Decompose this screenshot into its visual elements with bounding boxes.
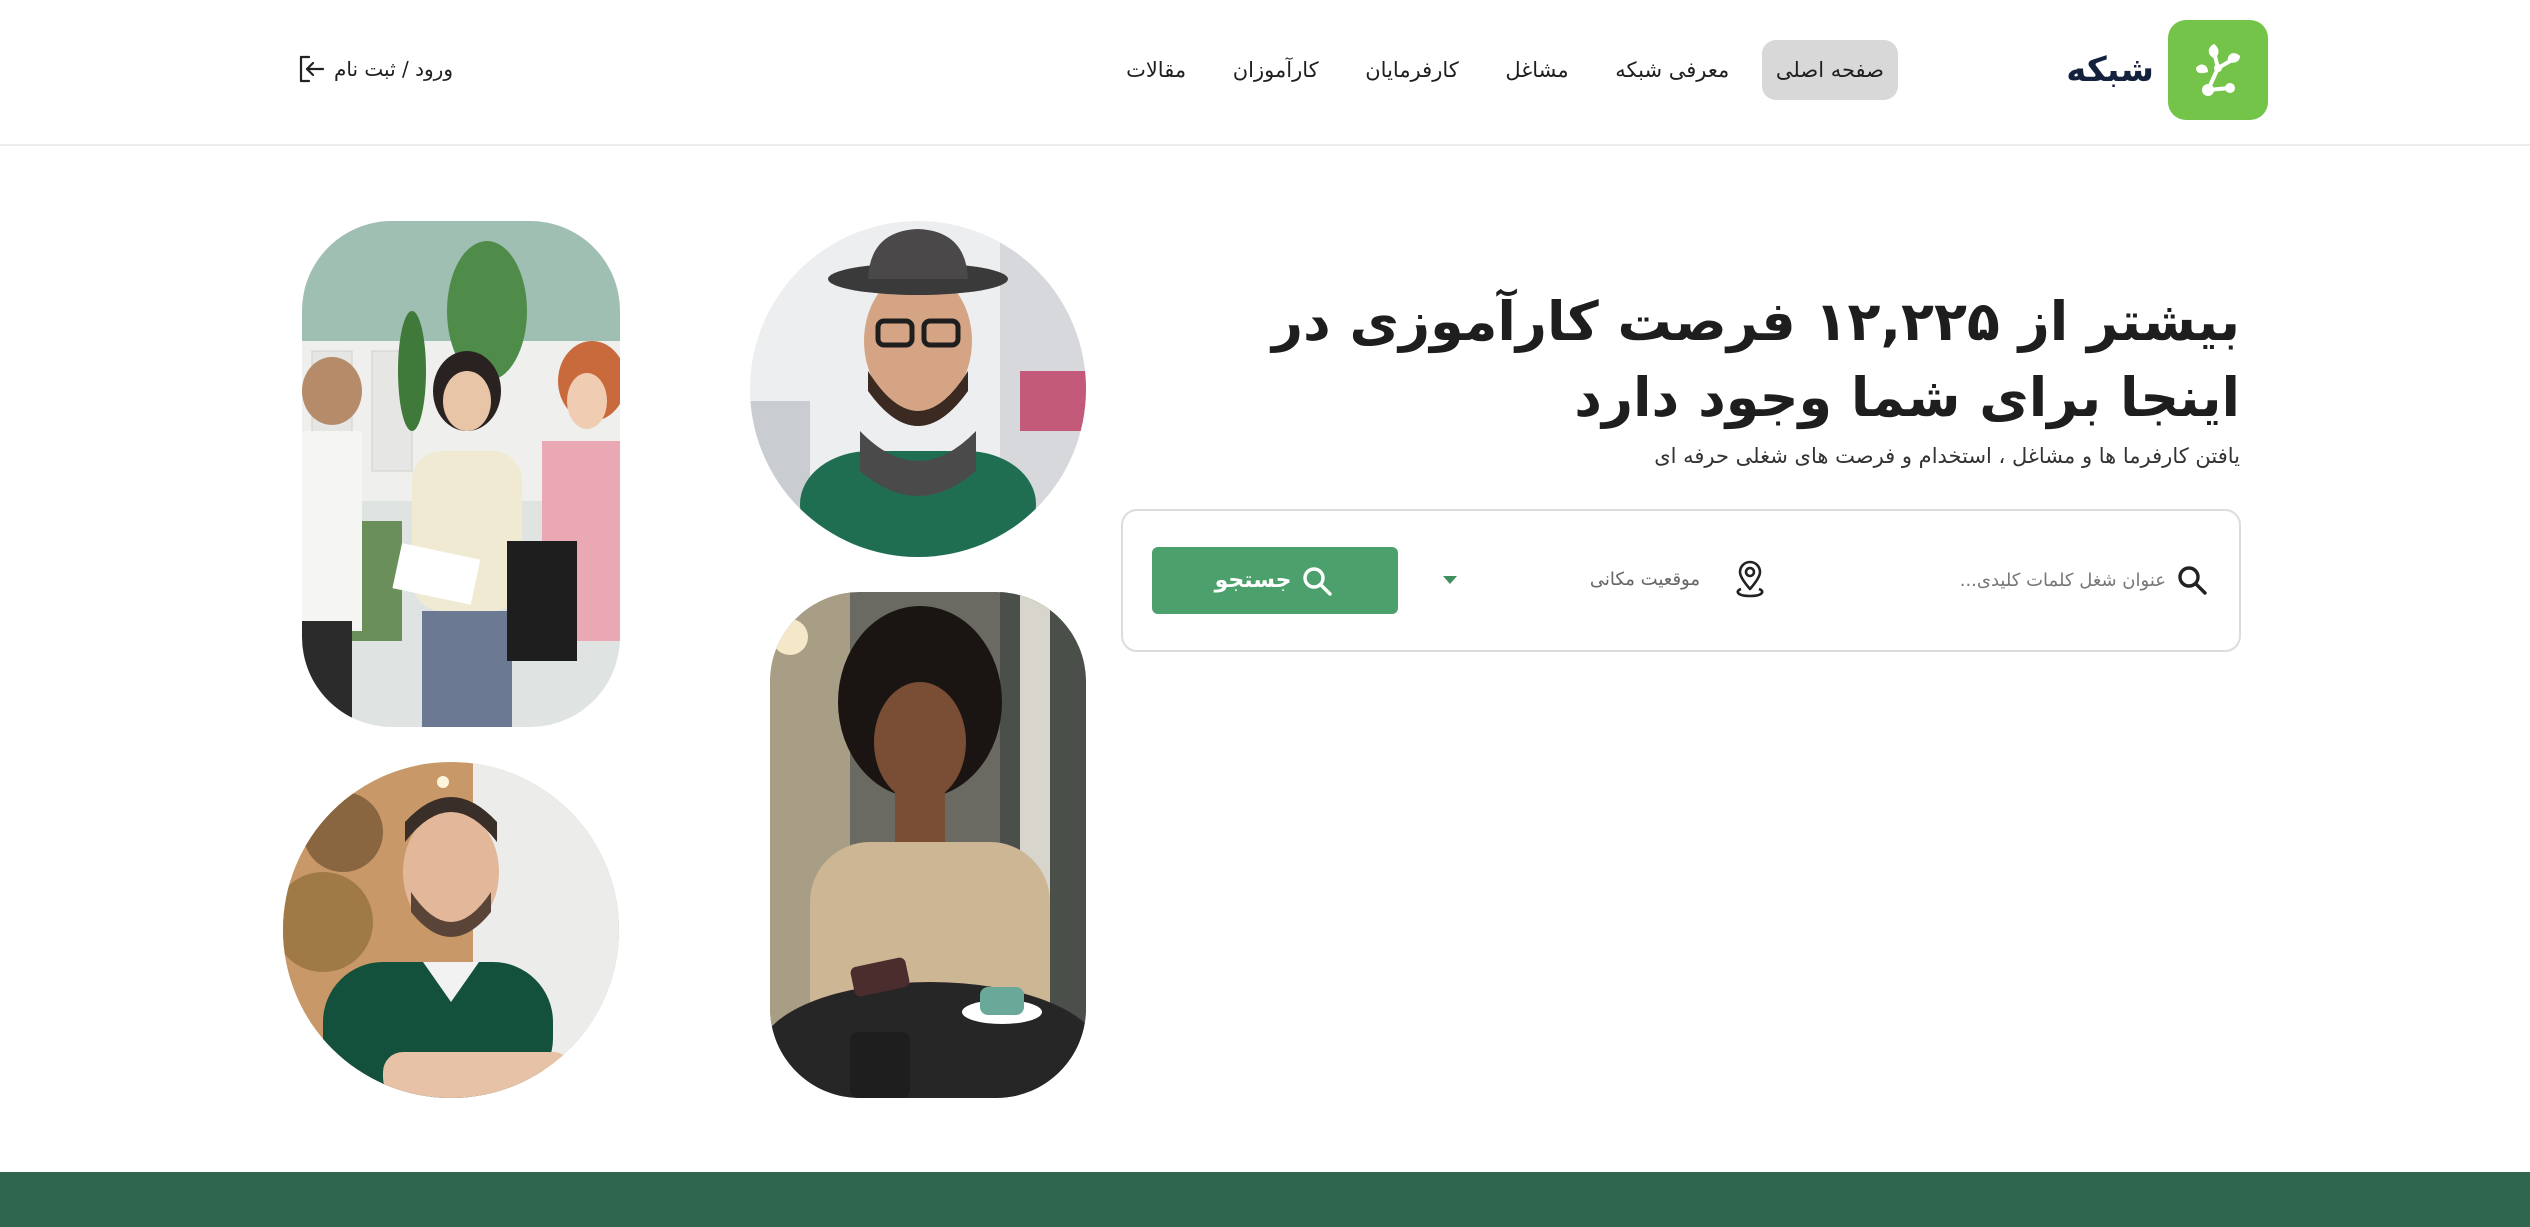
location-pin-icon xyxy=(1730,557,1770,601)
hero-title: بیشتر از ۱۲,۲۲۵ فرصت کارآموزی در اینجا ب… xyxy=(1271,290,2240,429)
nav-item-about[interactable]: معرفی شبکه xyxy=(1601,40,1743,100)
brand-logo[interactable]: شبکه xyxy=(2042,20,2268,120)
nav-item-employers[interactable]: کارفرمایان xyxy=(1351,40,1472,100)
main-nav: صفحه اصلی معرفی شبکه مشاغل کارفرمایان کا… xyxy=(1112,40,1898,100)
location-select[interactable]: موقعیت مکانی xyxy=(1430,556,1770,602)
search-icon xyxy=(2174,562,2210,598)
network-branch-icon xyxy=(2168,20,2268,120)
login-label: ورود / ثبت نام xyxy=(334,57,453,81)
chevron-down-icon[interactable] xyxy=(1430,568,1470,592)
woman-paying-cafe-photo xyxy=(770,592,1086,1098)
hero-subtitle: یافتن کارفرما ها و مشاغل ، استخدام و فرص… xyxy=(1654,444,2240,468)
search-button[interactable]: جستجو xyxy=(1152,547,1398,614)
brand-name: شبکه xyxy=(2066,50,2154,90)
nav-item-home[interactable]: صفحه اصلی xyxy=(1761,40,1898,100)
keyword-search-field[interactable] xyxy=(1940,558,2210,602)
man-with-hat-photo xyxy=(750,221,1086,557)
man-green-cardigan-photo xyxy=(283,762,619,1098)
location-label: موقعیت مکانی xyxy=(1589,568,1700,590)
keyword-input[interactable] xyxy=(1946,569,2166,591)
site-header: شبکه صفحه اصلی معرفی شبکه مشاغل کارفرمای… xyxy=(0,0,2530,146)
nav-item-articles[interactable]: مقالات xyxy=(1112,40,1200,100)
search-button-label: جستجو xyxy=(1214,568,1292,593)
login-register-link[interactable]: ورود / ثبت نام xyxy=(294,44,464,94)
nav-item-jobs[interactable]: مشاغل xyxy=(1491,40,1582,100)
nav-item-interns[interactable]: کارآموزان xyxy=(1219,40,1333,100)
footer-band xyxy=(0,1172,2530,1227)
team-meeting-photo xyxy=(302,221,620,727)
login-arrow-icon xyxy=(294,52,328,86)
search-icon xyxy=(1299,563,1335,599)
